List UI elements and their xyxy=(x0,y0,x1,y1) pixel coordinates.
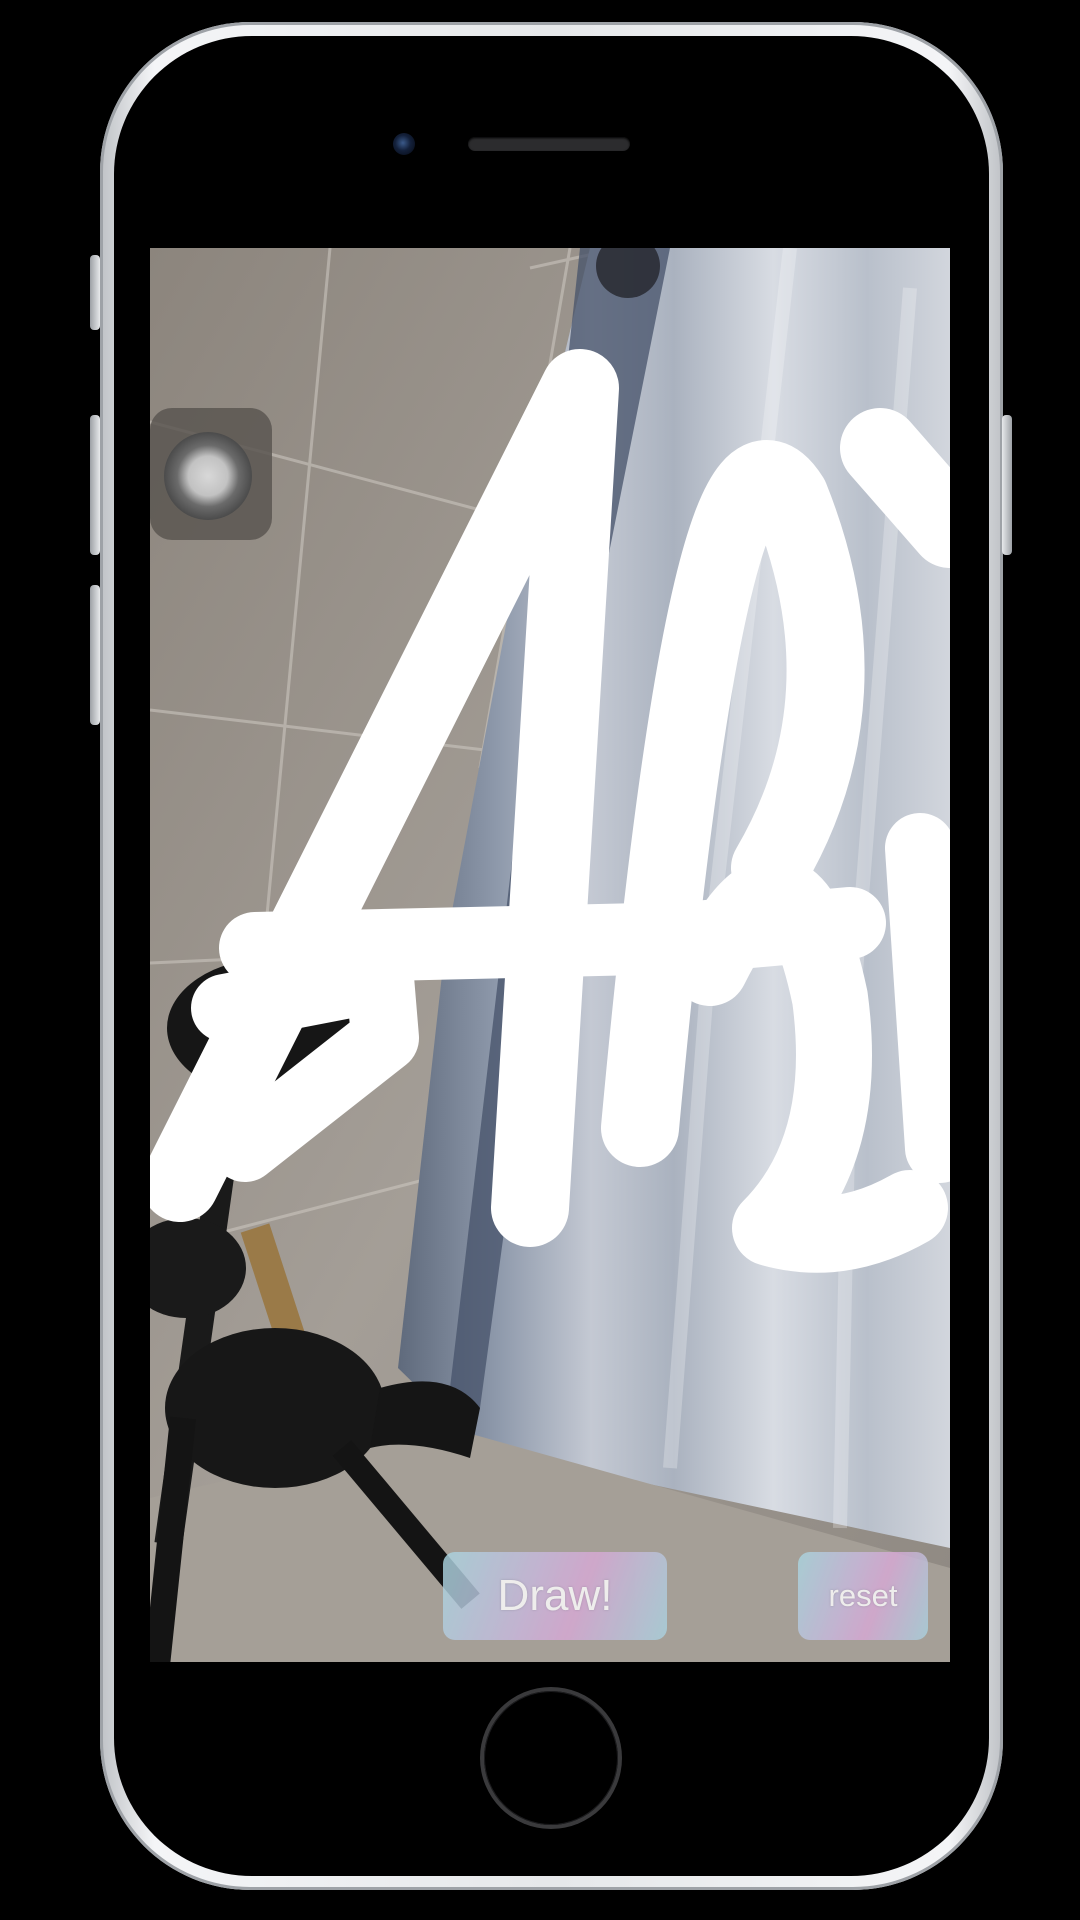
reset-button[interactable]: reset xyxy=(798,1552,928,1640)
draw-button[interactable]: Draw! xyxy=(443,1552,667,1640)
camera-feed-scene xyxy=(150,248,950,1662)
volume-down-button xyxy=(90,585,100,725)
ar-camera-view[interactable]: Draw! reset xyxy=(150,248,950,1662)
volume-up-button xyxy=(90,415,100,555)
mute-switch xyxy=(90,255,100,330)
power-button xyxy=(1002,415,1012,555)
speaker-grille xyxy=(468,137,630,151)
ceiling-lamp xyxy=(164,432,252,520)
home-button[interactable] xyxy=(484,1691,618,1825)
camera-icon xyxy=(393,133,415,155)
